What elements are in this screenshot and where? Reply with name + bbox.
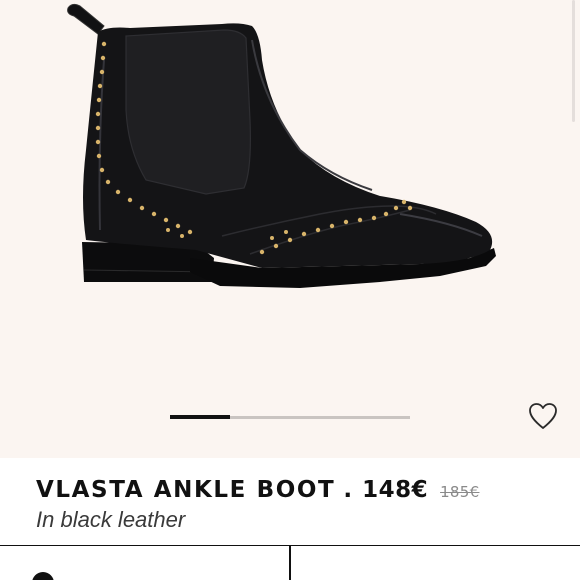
product-image: [67, 3, 496, 288]
wishlist-button[interactable]: [526, 400, 560, 432]
product-name: VLASTA ANKLE BOOT: [36, 477, 336, 503]
action-right-button[interactable]: [291, 546, 580, 580]
carousel-progress[interactable]: [170, 415, 410, 419]
page-scrollbar[interactable]: [572, 0, 575, 122]
action-bar: [0, 545, 580, 580]
product-price: 148€: [362, 477, 429, 503]
product-info: VLASTA ANKLE BOOT . 148€ 185€ In black l…: [0, 458, 580, 546]
carousel-progress-fill: [170, 415, 230, 419]
product-gallery[interactable]: [0, 0, 580, 458]
title-separator: .: [343, 477, 353, 503]
action-left-button[interactable]: [0, 546, 289, 580]
product-description: In black leather: [36, 507, 186, 532]
product-title-row: VLASTA ANKLE BOOT . 148€ 185€: [36, 477, 479, 503]
heart-outline-icon: [529, 403, 557, 429]
circle-icon: [32, 572, 54, 580]
product-old-price: 185€: [440, 483, 480, 501]
